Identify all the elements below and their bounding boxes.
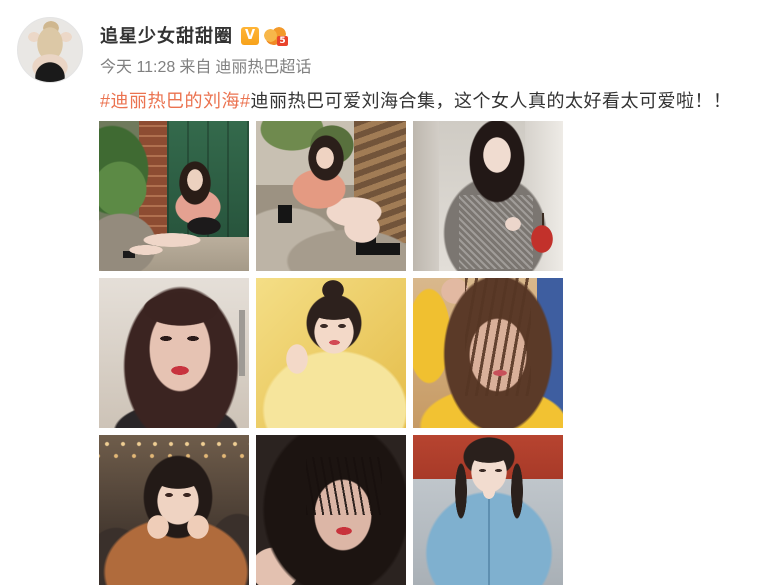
post-photo-9[interactable] (413, 435, 563, 585)
post-header: 追星少女甜甜圈 V 5 今天 11:28 来自 迪丽热巴超话 (100, 25, 315, 78)
source-label: 来自 (179, 59, 212, 76)
avatar[interactable] (17, 17, 83, 83)
post-photo-5[interactable] (256, 278, 406, 428)
post-time[interactable]: 今天 11:28 (100, 59, 175, 76)
photo-grid (99, 121, 563, 585)
post-photo-6[interactable] (413, 278, 563, 428)
post-photo-7[interactable] (99, 435, 249, 585)
author-name[interactable]: 追星少女甜甜圈 (100, 25, 233, 47)
post-photo-8[interactable] (256, 435, 406, 585)
weibo-post-card: 追星少女甜甜圈 V 5 今天 11:28 来自 迪丽热巴超话 #迪丽热巴的刘海#迪丽… (0, 0, 770, 586)
hashtag-link[interactable]: #迪丽热巴的刘海# (100, 91, 251, 111)
author-row: 追星少女甜甜圈 V 5 (100, 25, 315, 47)
post-text: #迪丽热巴的刘海#迪丽热巴可爱刘海合集，这个女人真的太好看太可爱啦！！ (100, 89, 732, 113)
post-source-link[interactable]: 迪丽热巴超话 (215, 59, 311, 76)
post-body-text: 迪丽热巴可爱刘海合集，这个女人真的太好看太可爱啦！！ (250, 91, 732, 111)
member-level-number: 5 (277, 35, 288, 46)
verified-v-icon[interactable]: V (241, 27, 259, 45)
post-photo-2[interactable] (256, 121, 406, 271)
post-photo-4[interactable] (99, 278, 249, 428)
member-level-icon[interactable]: 5 (264, 26, 288, 46)
post-photo-1[interactable] (99, 121, 249, 271)
post-meta: 今天 11:28 来自 迪丽热巴超话 (100, 58, 315, 78)
post-photo-3[interactable] (413, 121, 563, 271)
